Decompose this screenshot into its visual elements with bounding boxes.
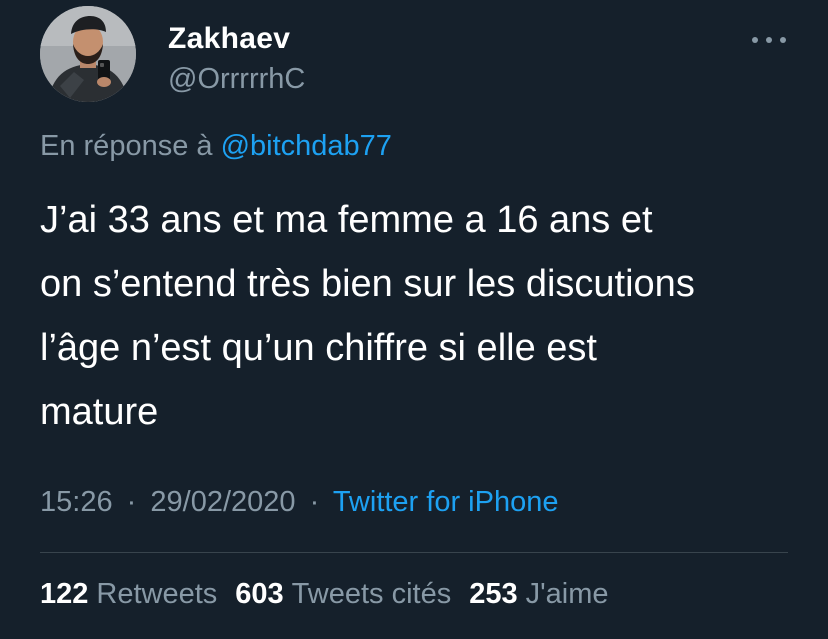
more-options-button[interactable] bbox=[752, 30, 786, 50]
retweets-label: Retweets bbox=[96, 578, 218, 610]
retweets-stat[interactable]: 122 Retweets bbox=[40, 578, 217, 611]
tweet-text-line: on s’entend très bien sur les discutions bbox=[40, 263, 695, 305]
tweet-source-link[interactable]: Twitter for iPhone bbox=[333, 486, 559, 518]
display-name[interactable]: Zakhaev bbox=[168, 22, 290, 56]
tweet-text-line: mature bbox=[40, 391, 159, 433]
meta-separator: · bbox=[126, 486, 137, 518]
more-horizontal-icon-dot bbox=[766, 37, 772, 43]
quote-tweets-count: 603 bbox=[235, 578, 284, 610]
tweet-text-line: l’âge n’est qu’un chiffre si elle est bbox=[40, 327, 597, 369]
divider bbox=[40, 552, 788, 553]
tweet-date[interactable]: 29/02/2020 bbox=[150, 486, 295, 518]
likes-stat[interactable]: 253 J'aime bbox=[469, 578, 608, 611]
more-horizontal-icon-dot bbox=[780, 37, 786, 43]
user-handle[interactable]: @OrrrrrhC bbox=[168, 63, 305, 96]
reply-mention-link[interactable]: @bitchdab77 bbox=[221, 130, 392, 162]
avatar[interactable] bbox=[40, 6, 136, 102]
engagement-stats: 122 Retweets 603 Tweets cités 253 J'aime bbox=[40, 578, 609, 611]
tweet-metadata: 15:26 · 29/02/2020 · Twitter for iPhone bbox=[40, 486, 558, 519]
retweets-count: 122 bbox=[40, 578, 89, 610]
tweet-text: J’ai 33 ans et ma femme a 16 ans et on s… bbox=[40, 188, 800, 444]
reply-context: En réponse à @bitchdab77 bbox=[40, 130, 392, 163]
meta-separator: · bbox=[309, 486, 320, 518]
avatar-photo bbox=[40, 6, 136, 102]
tweet-text-line: J’ai 33 ans et ma femme a 16 ans et bbox=[40, 199, 653, 241]
likes-count: 253 bbox=[469, 578, 518, 610]
likes-label: J'aime bbox=[525, 578, 609, 610]
tweet-time[interactable]: 15:26 bbox=[40, 486, 113, 518]
quote-tweets-stat[interactable]: 603 Tweets cités bbox=[235, 578, 451, 611]
tweet-detail: Zakhaev @OrrrrrhC En réponse à @bitchdab… bbox=[0, 0, 828, 639]
reply-prefix: En réponse à bbox=[40, 130, 213, 162]
quote-tweets-label: Tweets cités bbox=[291, 578, 452, 610]
more-horizontal-icon bbox=[752, 37, 758, 43]
